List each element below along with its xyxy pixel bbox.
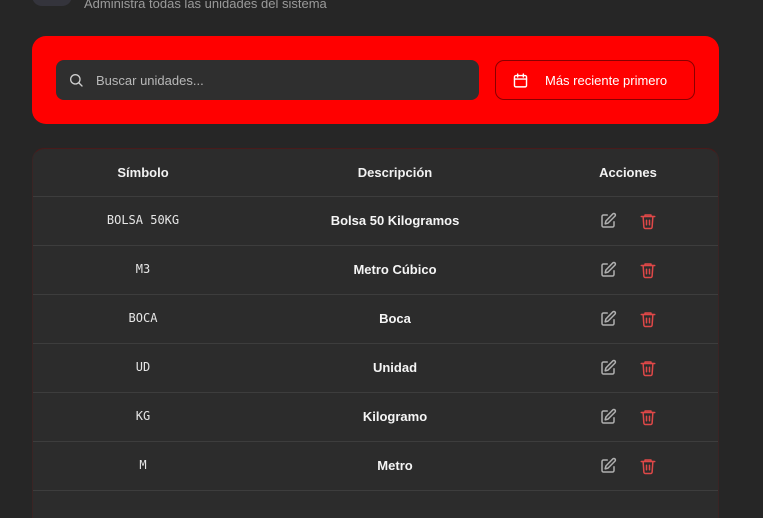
- unit-description: Kilogramo: [362, 409, 428, 424]
- unit-symbol: BOLSA 50KG: [106, 213, 180, 227]
- column-header-description: Descripción: [357, 165, 433, 180]
- unit-symbol: BOCA: [128, 311, 158, 325]
- edit-icon[interactable]: [599, 457, 617, 475]
- unit-symbol: M3: [135, 262, 151, 276]
- edit-icon[interactable]: [599, 261, 617, 279]
- page-subtitle: Administra todas las unidades del sistem…: [84, 0, 327, 11]
- table-row: UD Unidad: [33, 344, 718, 393]
- filter-bar: Más reciente primero: [32, 36, 719, 124]
- unit-description: Metro: [377, 458, 413, 473]
- table-header: Símbolo Descripción Acciones: [33, 149, 718, 197]
- table-row: M Metro: [33, 442, 718, 491]
- edit-icon[interactable]: [599, 408, 617, 426]
- trash-icon[interactable]: [639, 310, 657, 328]
- unit-description: Boca: [379, 311, 411, 326]
- column-header-actions: Acciones: [599, 165, 657, 180]
- calendar-icon: [513, 73, 528, 88]
- trash-icon[interactable]: [639, 212, 657, 230]
- table-row: BOLSA 50KG Bolsa 50 Kilogramos: [33, 197, 718, 246]
- search-box[interactable]: [56, 60, 479, 100]
- search-icon: [70, 74, 83, 87]
- table-row: M3 Metro Cúbico: [33, 246, 718, 295]
- trash-icon[interactable]: [639, 408, 657, 426]
- unit-symbol: M: [139, 458, 147, 472]
- unit-symbol: KG: [135, 409, 151, 423]
- trash-icon[interactable]: [639, 457, 657, 475]
- edit-icon[interactable]: [599, 359, 617, 377]
- unit-description: Unidad: [372, 360, 418, 375]
- sort-order-label: Más reciente primero: [545, 73, 668, 88]
- table-row: KG Kilogramo: [33, 393, 718, 442]
- table-row: BOCA Boca: [33, 295, 718, 344]
- search-input[interactable]: [96, 60, 466, 100]
- sort-order-button[interactable]: Más reciente primero: [495, 60, 695, 100]
- column-header-symbol: Símbolo: [117, 165, 169, 180]
- units-table: Símbolo Descripción Acciones BOLSA 50KG B…: [32, 148, 719, 518]
- unit-description: Metro Cúbico: [353, 262, 437, 277]
- edit-icon[interactable]: [599, 212, 617, 230]
- unit-description: Bolsa 50 Kilogramos: [330, 213, 460, 228]
- edit-icon[interactable]: [599, 310, 617, 328]
- trash-icon[interactable]: [639, 261, 657, 279]
- unit-symbol: UD: [135, 360, 151, 374]
- trash-icon[interactable]: [639, 359, 657, 377]
- page-header-icon: [32, 0, 72, 6]
